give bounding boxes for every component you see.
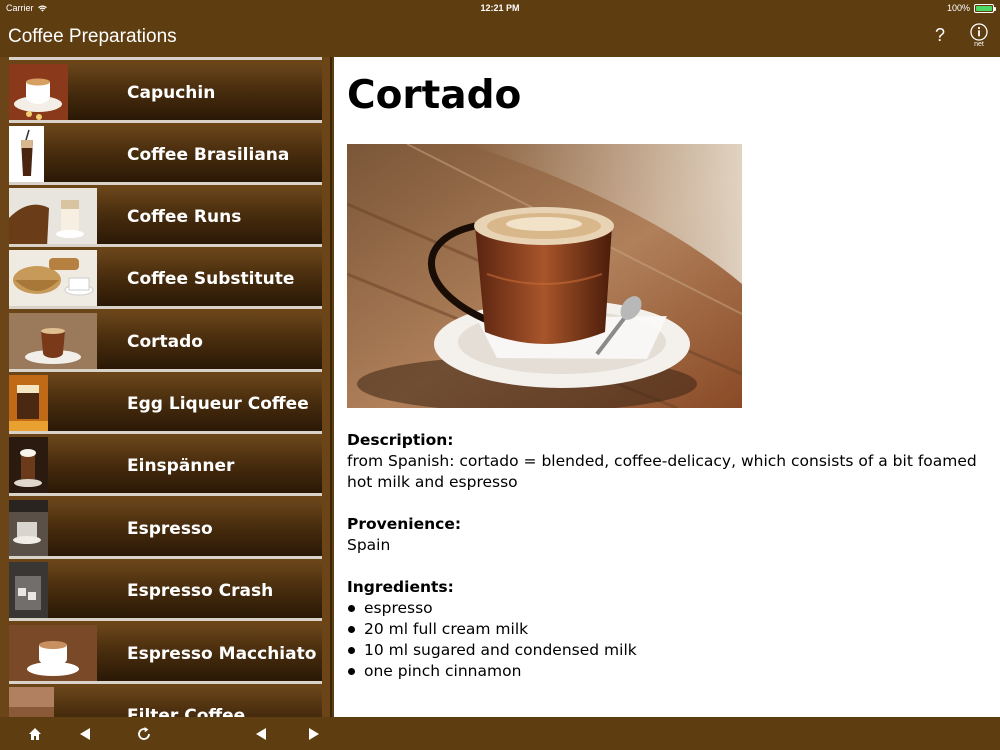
list-item-partial[interactable] xyxy=(9,57,322,60)
detail-panel: Cortado Description: from Spanish: corta… xyxy=(334,57,1000,717)
info-icon xyxy=(970,23,988,41)
reload-button[interactable] xyxy=(129,717,159,750)
home-icon xyxy=(29,727,41,740)
list-item-label: Coffee Substitute xyxy=(127,269,295,289)
detail-title: Cortado xyxy=(347,73,522,118)
list-item-cortado[interactable]: Cortado xyxy=(9,313,322,372)
list-item-label: Espresso xyxy=(127,519,213,539)
next-button[interactable] xyxy=(299,717,329,750)
list-item-coffee-brasiliana[interactable]: Coffee Brasiliana xyxy=(9,126,322,185)
list-item-coffee-substitute[interactable]: Coffee Substitute xyxy=(9,250,322,309)
list-item-label: Espresso Crash xyxy=(127,581,274,601)
list-item-espresso-crash[interactable]: Espresso Crash xyxy=(9,562,322,621)
previous-button[interactable] xyxy=(246,717,276,750)
thumbnail-espresso xyxy=(9,500,48,556)
list-item-label: Capuchin xyxy=(127,83,216,103)
thumbnail-einspanner xyxy=(9,437,48,493)
list-item-egg-liqueur-coffee[interactable]: Egg Liqueur Coffee xyxy=(9,375,322,434)
status-bar: Carrier 12:21 PM 100% xyxy=(0,0,1000,16)
list-item-label: Coffee Brasiliana xyxy=(127,145,290,165)
help-button[interactable]: ? xyxy=(930,25,950,49)
list-item-filter-coffee[interactable]: Filter Coffee xyxy=(9,687,322,717)
thumbnail-coffee-substitute xyxy=(9,250,97,306)
thumbnail-espresso-crash xyxy=(9,562,48,618)
thumbnail-filter-coffee xyxy=(9,687,54,717)
provenience-heading: Provenience: xyxy=(347,515,462,533)
list-item-label: Espresso Macchiato xyxy=(127,644,317,664)
question-icon: ? xyxy=(934,25,945,45)
battery-indicator: 100% xyxy=(946,3,996,13)
thumbnail-egg-liqueur-coffee xyxy=(9,375,48,431)
ingredient-item: one pinch cinnamon xyxy=(347,661,987,682)
list-item-espresso-macchiato[interactable]: Espresso Macchiato xyxy=(9,625,322,684)
home-button[interactable] xyxy=(20,717,50,750)
ingredients-heading: Ingredients: xyxy=(347,578,454,596)
list-item-label: Einspänner xyxy=(127,456,235,476)
thumbnail-capuchin xyxy=(9,64,68,120)
thumbnail-espresso-macchiato xyxy=(9,625,97,681)
list-item-einspanner[interactable]: Einspänner xyxy=(9,437,322,496)
reload-icon xyxy=(138,726,150,740)
coffee-list[interactable]: Capuchin Coffee Brasiliana Coffee Runs C… xyxy=(0,57,332,717)
navigation-bar: Coffee Preparations ? net xyxy=(0,16,1000,57)
thumbnail-coffee-runs xyxy=(9,188,97,244)
ingredient-item: 10 ml sugared and condensed milk xyxy=(347,640,987,661)
list-item-coffee-runs[interactable]: Coffee Runs xyxy=(9,188,322,247)
list-item-label: Egg Liqueur Coffee xyxy=(127,394,309,414)
arrow-left-icon xyxy=(256,727,266,740)
list-item-label: Coffee Runs xyxy=(127,207,242,227)
bottom-toolbar xyxy=(0,717,1000,750)
detail-text: Description: from Spanish: cortado = ble… xyxy=(347,430,987,682)
coffee-photo xyxy=(347,144,742,408)
provenience-text: Spain xyxy=(347,536,391,554)
ingredients-list: espresso 20 ml full cream milk 10 ml sug… xyxy=(347,598,987,682)
list-item-espresso[interactable]: Espresso xyxy=(9,500,322,559)
list-item-label: Cortado xyxy=(127,332,203,352)
battery-icon xyxy=(974,3,996,13)
description-heading: Description: xyxy=(347,431,454,449)
thumbnail xyxy=(9,57,97,60)
arrow-left-icon xyxy=(80,727,90,740)
thumbnail-coffee-brasiliana xyxy=(9,126,44,182)
ingredient-item: 20 ml full cream milk xyxy=(347,619,987,640)
description-text: from Spanish: cortado = blended, coffee-… xyxy=(347,452,977,491)
info-net-button[interactable]: net xyxy=(966,23,992,55)
thumbnail-cortado xyxy=(9,313,97,369)
page-title: Coffee Preparations xyxy=(8,26,177,47)
back-button[interactable] xyxy=(70,717,100,750)
info-net-label: net xyxy=(974,41,984,48)
clock: 12:21 PM xyxy=(480,3,520,13)
arrow-right-icon xyxy=(309,727,319,740)
list-item-label: Filter Coffee xyxy=(127,706,246,717)
list-item-capuchin[interactable]: Capuchin xyxy=(9,64,322,123)
ingredient-item: espresso xyxy=(347,598,987,619)
battery-percent: 100% xyxy=(946,3,970,13)
